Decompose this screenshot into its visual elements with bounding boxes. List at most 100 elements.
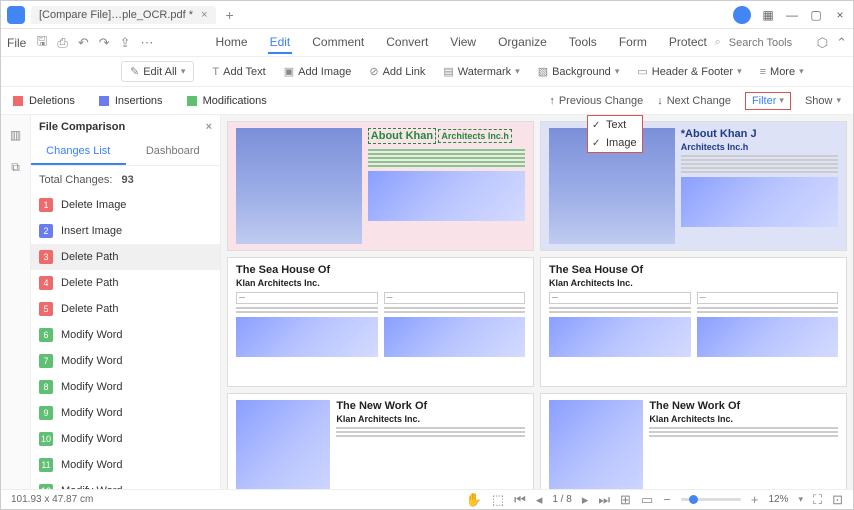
undo-icon[interactable]: ↶	[78, 35, 89, 51]
edit-all-button[interactable]: ✎ Edit All ▾	[121, 61, 194, 82]
file-menu[interactable]: File	[7, 36, 26, 50]
change-label: Delete Image	[61, 199, 126, 211]
filter-image-option[interactable]: ✓Image	[588, 134, 642, 152]
page-title: The Sea House Of	[549, 264, 838, 276]
add-image-button[interactable]: ▣Add Image	[284, 65, 352, 78]
page-right-3: The New Work Of Klan Architects Inc.	[540, 393, 847, 491]
filter-text-option[interactable]: ✓Text	[588, 116, 642, 134]
expand-icon[interactable]: ⌃	[836, 35, 847, 51]
change-item[interactable]: 8Modify Word	[31, 374, 220, 400]
zoom-slider[interactable]	[681, 498, 741, 501]
add-text-button[interactable]: TAdd Text	[212, 66, 265, 78]
print-icon[interactable]: ⎙	[57, 35, 67, 51]
close-tab-icon[interactable]: ×	[201, 9, 207, 21]
maximize-icon[interactable]: ▢	[809, 8, 823, 22]
edit-toolbar: ✎ Edit All ▾ TAdd Text ▣Add Image ⊘Add L…	[1, 57, 853, 87]
change-item[interactable]: 4Delete Path	[31, 270, 220, 296]
change-label: Modify Word	[61, 459, 123, 471]
zoom-in-icon[interactable]: +	[751, 492, 759, 507]
redo-icon[interactable]: ↷	[99, 35, 110, 51]
change-item[interactable]: 10Modify Word	[31, 426, 220, 452]
legend-insertions: Insertions	[99, 95, 163, 107]
compare-icon[interactable]: ⧉	[6, 157, 26, 177]
left-rail: ▥ ⧉	[1, 115, 31, 491]
user-avatar[interactable]	[733, 6, 751, 24]
previous-change-button[interactable]: ↑Previous Change	[549, 95, 643, 107]
link-icon: ⊘	[369, 65, 378, 78]
select-icon[interactable]: ⬚	[492, 492, 504, 508]
changes-list[interactable]: 1 Delete Image 2Insert Image3Delete Path4D…	[31, 192, 220, 491]
hand-icon[interactable]: ✋	[466, 492, 482, 508]
chevron-down-icon: ▾	[737, 66, 742, 77]
next-change-button[interactable]: ↓Next Change	[657, 95, 731, 107]
legend-deletions: Deletions	[13, 95, 75, 107]
filter-button[interactable]: Filter▾	[745, 92, 791, 110]
change-item[interactable]: 9Modify Word	[31, 400, 220, 426]
building-image	[236, 400, 330, 491]
image-icon: ▣	[284, 65, 294, 78]
change-item[interactable]: 1 Delete Image	[31, 192, 220, 218]
change-item[interactable]: 7Modify Word	[31, 348, 220, 374]
close-panel-icon[interactable]: ×	[206, 121, 212, 133]
search-icon[interactable]: ⌕	[715, 36, 721, 49]
watermark-button[interactable]: ▤Watermark▾	[443, 65, 519, 78]
change-item[interactable]: 6Modify Word	[31, 322, 220, 348]
change-item[interactable]: 3Delete Path	[31, 244, 220, 270]
more-icon[interactable]: ⋯	[141, 35, 154, 51]
add-tab-button[interactable]: +	[226, 7, 234, 23]
settings-icon[interactable]: ⊡	[832, 492, 843, 508]
menu-comment[interactable]: Comment	[310, 32, 366, 54]
page-content[interactable]: About Khan Architects Inc.h *About Khan …	[221, 115, 853, 491]
chevron-down-icon: ▾	[836, 95, 841, 106]
change-item[interactable]: 2Insert Image	[31, 218, 220, 244]
next-page-icon[interactable]: ▸	[582, 492, 589, 508]
slider-thumb[interactable]	[689, 495, 698, 504]
background-button[interactable]: ▧Background▾	[538, 65, 620, 78]
fit-icon[interactable]: ⊞	[620, 492, 631, 508]
last-page-icon[interactable]: ⏭	[598, 492, 610, 508]
page-subtitle: Architects Inc.h	[438, 129, 512, 143]
zoom-out-icon[interactable]: −	[663, 492, 671, 507]
view-mode-icon[interactable]: ▭	[641, 492, 653, 508]
change-number: 1	[39, 198, 53, 212]
chevron-down-icon[interactable]: ▾	[798, 494, 803, 505]
first-page-icon[interactable]: ⏮	[514, 492, 526, 508]
app-icon	[7, 6, 25, 24]
close-window-icon[interactable]: ×	[833, 8, 847, 22]
page-left-2: The Sea House Of Klan Architects Inc. — …	[227, 257, 534, 387]
fullscreen-icon[interactable]: ⛶	[813, 492, 822, 508]
page-title: *About Khan J	[681, 128, 838, 140]
thumbnails-icon[interactable]: ▥	[6, 125, 26, 145]
menu-organize[interactable]: Organize	[496, 32, 549, 54]
minimize-icon[interactable]: —	[785, 8, 799, 22]
app-menu-icon[interactable]: ▦	[761, 8, 775, 22]
header-footer-button[interactable]: ▭Header & Footer▾	[637, 65, 741, 78]
menu-home[interactable]: Home	[214, 32, 250, 54]
zoom-value[interactable]: 12%	[768, 494, 788, 505]
share-icon[interactable]: ⇪	[120, 35, 131, 51]
menu-convert[interactable]: Convert	[384, 32, 430, 54]
save-icon[interactable]: 🖫	[36, 32, 47, 54]
add-link-button[interactable]: ⊘Add Link	[369, 65, 425, 78]
document-tab[interactable]: [Compare File]…ple_OCR.pdf * ×	[31, 6, 216, 24]
change-item[interactable]: 5Delete Path	[31, 296, 220, 322]
cloud-icon[interactable]: ⬡	[817, 35, 828, 51]
change-label: Delete Path	[61, 251, 118, 263]
change-item[interactable]: 11Modify Word	[31, 452, 220, 478]
tab-dashboard[interactable]: Dashboard	[126, 139, 221, 165]
menu-edit[interactable]: Edit	[268, 32, 293, 54]
more-button[interactable]: ≡More▾	[760, 66, 804, 78]
menu-protect[interactable]: Protect	[667, 32, 709, 54]
show-button[interactable]: Show▾	[805, 95, 841, 107]
search-input[interactable]	[729, 37, 809, 49]
page-dimensions: 101.93 x 47.87 cm	[11, 494, 93, 505]
prev-page-icon[interactable]: ◂	[536, 492, 543, 508]
menu-form[interactable]: Form	[617, 32, 649, 54]
menu-tools[interactable]: Tools	[567, 32, 599, 54]
tab-changes-list[interactable]: Changes List	[31, 139, 126, 165]
comparison-panel: File Comparison × Changes List Dashboard…	[31, 115, 221, 491]
building-image	[697, 317, 839, 357]
menu-view[interactable]: View	[448, 32, 478, 54]
page-indicator[interactable]: 1 / 8	[552, 494, 571, 505]
text-icon: T	[212, 66, 219, 78]
